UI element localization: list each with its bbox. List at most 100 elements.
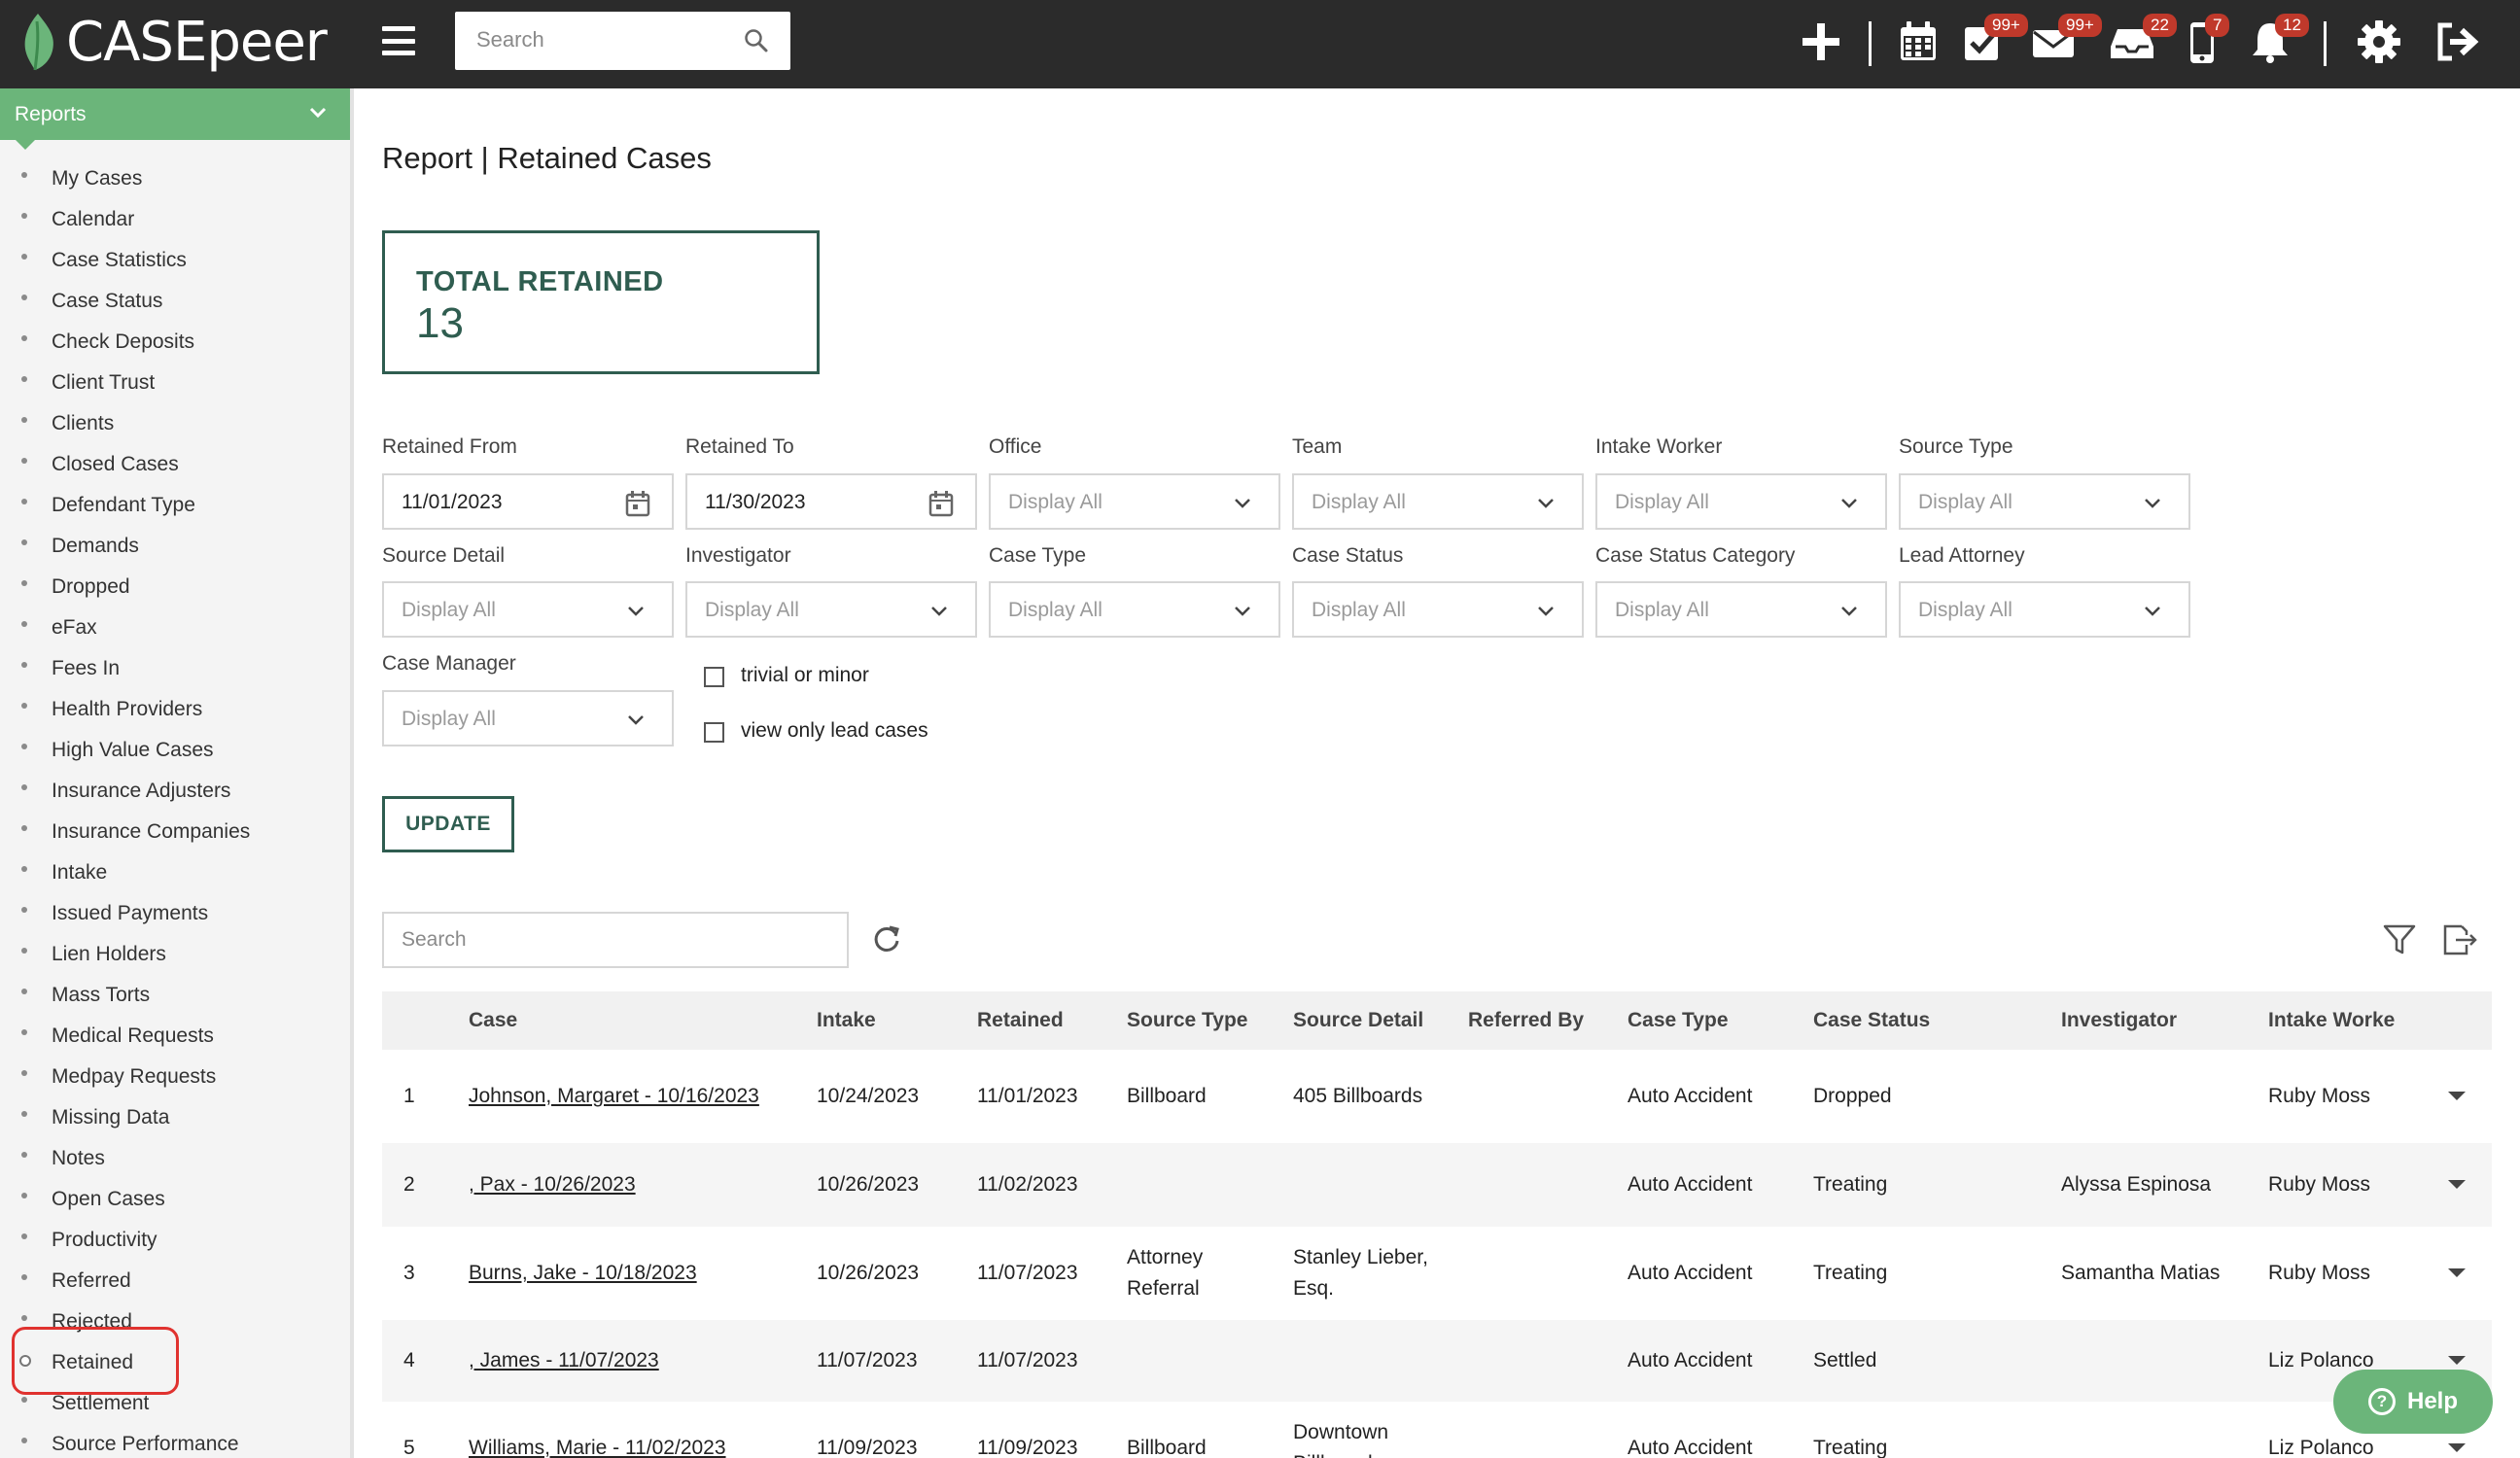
filter-icon[interactable] [2382, 923, 2417, 956]
case-type-select[interactable]: Display All [989, 581, 1280, 638]
update-button[interactable]: UPDATE [382, 796, 514, 852]
sidebar-item-settlement[interactable]: Settlement [0, 1383, 350, 1424]
phone-button[interactable]: 7 [2178, 14, 2230, 66]
sidebar-item-client-trust[interactable]: Client Trust [0, 363, 350, 403]
col-header-referred-by[interactable]: Referred By [1454, 991, 1614, 1050]
refresh-icon[interactable] [871, 923, 902, 955]
caret-down-icon[interactable] [2446, 1177, 2468, 1191]
global-search-input[interactable] [476, 12, 739, 68]
export-icon[interactable] [2440, 923, 2479, 956]
sidebar-item-my-cases[interactable]: My Cases [0, 158, 350, 199]
case-manager-value: Display All [402, 708, 496, 730]
col-header-investigator[interactable]: Investigator [2048, 991, 2255, 1050]
app-logo[interactable]: CASEpeer [18, 8, 328, 76]
view-only-lead-cases-checkbox[interactable] [704, 722, 724, 743]
sidebar-item-intake[interactable]: Intake [0, 852, 350, 893]
sidebar-item-open-cases[interactable]: Open Cases [0, 1179, 350, 1220]
settings-button[interactable] [2355, 17, 2403, 66]
retained-to-date-input[interactable]: 11/30/2023 [685, 473, 977, 530]
source-detail-select[interactable]: Display All [382, 581, 674, 638]
col-header-case-type[interactable]: Case Type [1614, 991, 1800, 1050]
caret-down-icon[interactable] [2446, 1441, 2468, 1454]
sidebar-item-issued-payments[interactable]: Issued Payments [0, 893, 350, 934]
sidebar-item-dropped[interactable]: Dropped [0, 567, 350, 608]
help-button[interactable]: ? Help [2333, 1370, 2493, 1434]
team-select[interactable]: Display All [1292, 473, 1584, 530]
case-manager-select[interactable]: Display All [382, 690, 674, 746]
sidebar-item-health-providers[interactable]: Health Providers [0, 689, 350, 730]
calendar-icon[interactable] [625, 490, 650, 517]
office-select[interactable]: Display All [989, 473, 1280, 530]
col-header-intake-worker[interactable]: Intake Worke [2255, 991, 2422, 1050]
intake-worker-select[interactable]: Display All [1595, 473, 1887, 530]
col-header-retained[interactable]: Retained [963, 991, 1113, 1050]
sidebar-item-missing-data[interactable]: Missing Data [0, 1097, 350, 1138]
sidebar-item-rejected[interactable]: Rejected [0, 1302, 350, 1342]
tasks-button[interactable]: 99+ [1959, 14, 2028, 66]
sidebar-item-medical-requests[interactable]: Medical Requests [0, 1016, 350, 1057]
col-header-source-type[interactable]: Source Type [1113, 991, 1279, 1050]
sidebar-item-retained[interactable]: Retained [0, 1342, 350, 1383]
case-status-category-select[interactable]: Display All [1595, 581, 1887, 638]
add-button[interactable] [1797, 17, 1845, 66]
case-link[interactable]: Johnson, Margaret - 10/16/2023 [469, 1085, 759, 1107]
source-detail [1279, 1143, 1454, 1227]
hamburger-bar [382, 26, 415, 31]
sidebar-item-calendar[interactable]: Calendar [0, 199, 350, 240]
sidebar-item-case-status[interactable]: Case Status [0, 281, 350, 322]
col-header-source-detail[interactable]: Source Detail [1279, 991, 1454, 1050]
office-label: Office [989, 435, 1042, 458]
retained-from-date-input[interactable]: 11/01/2023 [382, 473, 674, 530]
source-type: Billboard [1113, 1402, 1279, 1458]
sidebar-item-referred[interactable]: Referred [0, 1261, 350, 1302]
sidebar-item-source-performance[interactable]: Source Performance [0, 1424, 350, 1458]
table-search-input[interactable] [402, 914, 829, 966]
phone-badge: 7 [2205, 14, 2230, 37]
caret-down-icon[interactable] [2446, 1266, 2468, 1279]
case-type: Auto Accident [1614, 1143, 1800, 1227]
calendar-icon[interactable] [928, 490, 954, 517]
inbox-button[interactable]: 22 [2108, 14, 2177, 66]
caret-down-icon[interactable] [2446, 1089, 2468, 1102]
sidebar-item-productivity[interactable]: Productivity [0, 1220, 350, 1261]
mail-button[interactable]: 99+ [2029, 14, 2102, 66]
sidebar-item-fees-in[interactable]: Fees In [0, 648, 350, 689]
case-link[interactable]: , Pax - 10/26/2023 [469, 1173, 636, 1196]
source-type-select[interactable]: Display All [1899, 473, 2190, 530]
case-link[interactable]: Burns, Jake - 10/18/2023 [469, 1262, 697, 1284]
sidebar-item-efax[interactable]: eFax [0, 608, 350, 648]
search-icon[interactable] [744, 28, 769, 53]
sidebar-item-high-value-cases[interactable]: High Value Cases [0, 730, 350, 771]
sidebar-item-demands[interactable]: Demands [0, 526, 350, 567]
col-header-intake[interactable]: Intake [803, 991, 963, 1050]
case-link[interactable]: , James - 11/07/2023 [469, 1349, 659, 1371]
toolbar-divider [2324, 21, 2327, 66]
col-header-case[interactable]: Case [455, 991, 803, 1050]
case-type: Auto Accident [1614, 1402, 1800, 1458]
calendar-button[interactable] [1894, 17, 1942, 66]
case-link[interactable]: Williams, Marie - 11/02/2023 [469, 1437, 726, 1458]
table-search [382, 912, 849, 968]
sidebar-item-lien-holders[interactable]: Lien Holders [0, 934, 350, 975]
logout-button[interactable] [2432, 17, 2481, 66]
investigator-select[interactable]: Display All [685, 581, 977, 638]
sidebar-item-insurance-companies[interactable]: Insurance Companies [0, 812, 350, 852]
chevron-down-icon [931, 607, 947, 616]
notifications-button[interactable]: 12 [2246, 14, 2309, 66]
lead-attorney-select[interactable]: Display All [1899, 581, 2190, 638]
sidebar-item-closed-cases[interactable]: Closed Cases [0, 444, 350, 485]
sidebar-item-insurance-adjusters[interactable]: Insurance Adjusters [0, 771, 350, 812]
col-header-case-status[interactable]: Case Status [1800, 991, 2048, 1050]
case-status-select[interactable]: Display All [1292, 581, 1584, 638]
menu-toggle-button[interactable] [382, 26, 415, 55]
sidebar-section-reports[interactable]: Reports [0, 88, 350, 150]
caret-down-icon[interactable] [2446, 1353, 2468, 1367]
sidebar-item-case-statistics[interactable]: Case Statistics [0, 240, 350, 281]
sidebar-item-clients[interactable]: Clients [0, 403, 350, 444]
sidebar-item-notes[interactable]: Notes [0, 1138, 350, 1179]
sidebar-item-defendant-type[interactable]: Defendant Type [0, 485, 350, 526]
sidebar-item-medpay-requests[interactable]: Medpay Requests [0, 1057, 350, 1097]
trivial-or-minor-checkbox[interactable] [704, 667, 724, 687]
sidebar-item-mass-torts[interactable]: Mass Torts [0, 975, 350, 1016]
sidebar-item-check-deposits[interactable]: Check Deposits [0, 322, 350, 363]
